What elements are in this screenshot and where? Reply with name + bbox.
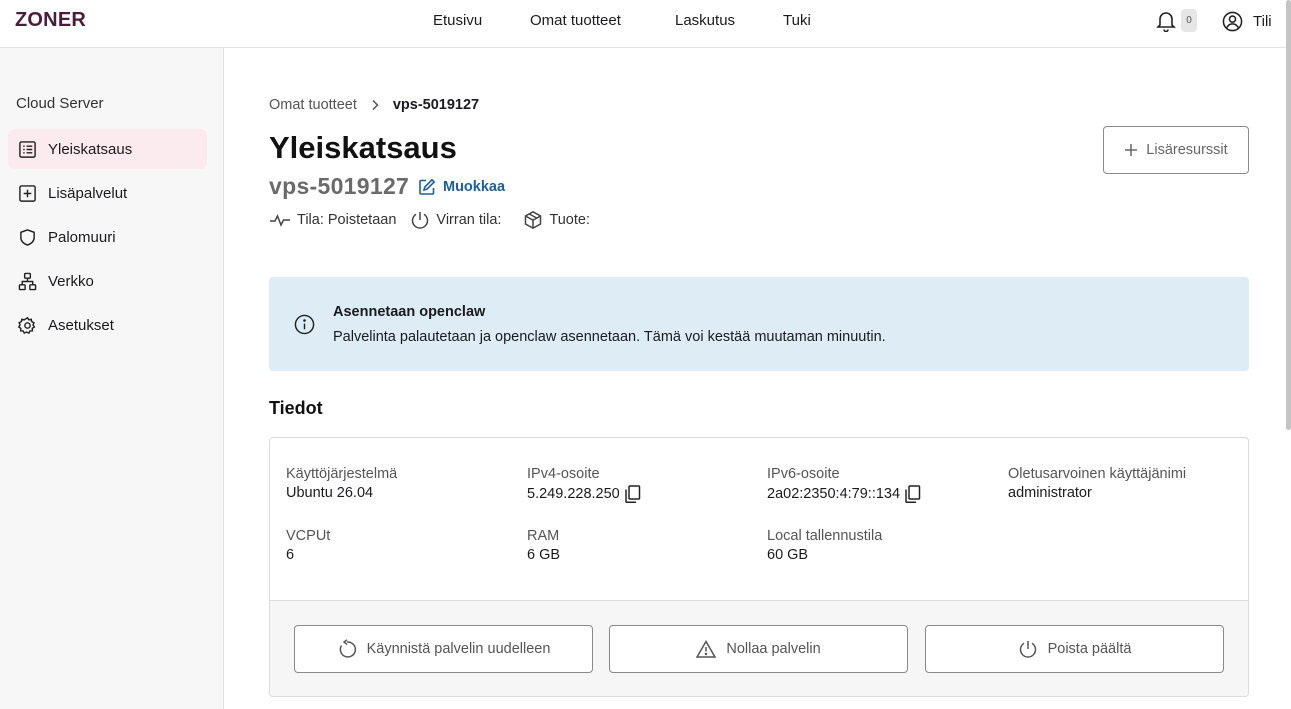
account-menu[interactable]: Tili <box>1222 10 1272 32</box>
username-value: administrator <box>1008 485 1092 501</box>
ipv4-field: IPv4-osoite 5.249.228.250 <box>527 466 641 503</box>
breadcrumb: Omat tuotteet vps-5019127 <box>269 97 479 113</box>
top-bar: ZONER Etusivu Omat tuotteet Laskutus Tuk… <box>0 0 1291 48</box>
gear-icon <box>18 316 36 334</box>
ipv6-value: 2a02:2350:4:79::134 <box>767 486 901 502</box>
username-label: Oletusarvoinen käyttäjänimi <box>1008 466 1187 482</box>
edit-icon <box>419 178 436 195</box>
state-status: Tila: Poistetaan <box>269 212 396 228</box>
power-icon <box>1019 641 1036 658</box>
list-icon <box>19 140 36 158</box>
copy-icon[interactable] <box>624 485 641 503</box>
details-card: Käyttöjärjestelmä Ubuntu 26.04 IPv4-osoi… <box>269 437 1249 697</box>
vcpu-field: VCPUt 6 <box>286 528 330 563</box>
info-icon <box>294 314 315 335</box>
ipv6-value-row: 2a02:2350:4:79::134 <box>767 485 921 503</box>
sidebar-item-label: Asetukset <box>48 316 114 334</box>
os-label: Käyttöjärjestelmä <box>286 466 398 482</box>
warning-icon <box>696 640 717 658</box>
ipv6-field: IPv6-osoite 2a02:2350:4:79::134 <box>767 466 921 503</box>
sidebar-item-network[interactable]: Verkko <box>8 261 207 301</box>
ipv4-value-row: 5.249.228.250 <box>527 485 641 503</box>
network-icon <box>18 272 37 290</box>
activity-icon <box>270 214 290 227</box>
info-alert: Asennetaan openclaw Palvelinta palauteta… <box>269 277 1249 371</box>
sidebar-title: Cloud Server <box>16 95 104 112</box>
vcpu-value: 6 <box>286 547 295 563</box>
page-scrollbar[interactable] <box>1286 0 1291 430</box>
sidebar-item-firewall[interactable]: Palomuuri <box>8 217 207 257</box>
storage-field: Local tallennustila 60 GB <box>767 528 882 563</box>
sidebar-item-settings[interactable]: Asetukset <box>8 305 207 345</box>
server-name: vps-5019127 <box>269 173 410 199</box>
nav-billing[interactable]: Laskutus <box>675 12 735 29</box>
breadcrumb-parent[interactable]: Omat tuotteet <box>269 97 357 113</box>
ram-value: 6 GB <box>527 547 561 563</box>
add-resources-label: Lisäresurssit <box>1146 142 1228 158</box>
sidebar-item-label: Palomuuri <box>48 228 116 246</box>
state-status-text: Tila: Poistetaan <box>297 212 397 228</box>
sidebar-item-overview[interactable]: Yleiskatsaus <box>8 129 207 169</box>
ram-label: RAM <box>527 528 560 544</box>
ram-field: RAM 6 GB <box>527 528 560 563</box>
ipv4-label: IPv4-osoite <box>527 466 600 482</box>
restart-label: Käynnistä palvelin uudelleen <box>366 641 551 657</box>
restart-icon <box>339 639 356 658</box>
shield-icon <box>20 228 35 246</box>
plus-square-icon <box>19 184 36 202</box>
reset-label: Nollaa palvelin <box>726 641 821 657</box>
product-status-text: Tuote: <box>549 212 590 228</box>
power-status-text: Virran tila: <box>436 212 502 228</box>
nav-support[interactable]: Tuki <box>783 12 811 29</box>
sidebar: Cloud Server Yleiskatsaus Lisäpalvelut P… <box>0 48 224 709</box>
plus-icon <box>1125 144 1138 156</box>
status-row: Tila: Poistetaan Virran tila: Tuote: <box>269 210 604 230</box>
os-field: Käyttöjärjestelmä Ubuntu 26.04 <box>286 466 397 501</box>
details-title: Tiedot <box>269 398 323 418</box>
actions-bar: Käynnistä palvelin uudelleen Nollaa palv… <box>270 600 1248 696</box>
storage-label: Local tallennustila <box>767 528 883 544</box>
edit-label: Muokkaa <box>443 179 506 195</box>
power-off-button[interactable]: Poista päältä <box>925 625 1224 673</box>
power-off-label: Poista päältä <box>1047 641 1132 657</box>
vcpu-label: VCPUt <box>286 528 331 544</box>
alert-title: Asennetaan openclaw <box>333 304 486 320</box>
product-status: Tuote: <box>523 210 590 230</box>
sidebar-item-label: Lisäpalvelut <box>48 184 128 202</box>
power-status: Virran tila: <box>410 210 501 230</box>
notification-count-badge: 0 <box>1181 9 1197 32</box>
reset-button[interactable]: Nollaa palvelin <box>609 625 908 673</box>
ipv4-value: 5.249.228.250 <box>527 486 620 502</box>
account-label: Tili <box>1253 12 1272 30</box>
username-field: Oletusarvoinen käyttäjänimi administrato… <box>1008 466 1186 501</box>
storage-value: 60 GB <box>767 547 809 563</box>
edit-name-link[interactable]: Muokkaa <box>418 178 505 196</box>
alert-text: Palvelinta palautetaan ja openclaw asenn… <box>333 329 886 345</box>
user-icon <box>1222 11 1243 31</box>
chevron-right-icon <box>372 99 379 111</box>
restart-button[interactable]: Käynnistä palvelin uudelleen <box>294 625 593 673</box>
sidebar-item-label: Yleiskatsaus <box>48 140 133 158</box>
copy-icon[interactable] <box>904 485 921 503</box>
add-resources-button[interactable]: Lisäresurssit <box>1103 126 1249 174</box>
box-icon <box>525 210 542 230</box>
zoner-logo[interactable]: ZONER <box>15 9 86 32</box>
breadcrumb-current: vps-5019127 <box>392 97 480 113</box>
sidebar-item-label: Verkko <box>48 272 94 290</box>
page-title: Yleiskatsaus <box>269 130 457 165</box>
power-icon <box>412 212 429 229</box>
nav-home[interactable]: Etusivu <box>433 12 482 29</box>
ipv6-label: IPv6-osoite <box>767 466 840 482</box>
bell-icon[interactable] <box>1156 10 1176 32</box>
nav-my-products[interactable]: Omat tuotteet <box>530 12 621 29</box>
os-value: Ubuntu 26.04 <box>286 485 374 501</box>
sidebar-item-addons[interactable]: Lisäpalvelut <box>8 173 207 213</box>
